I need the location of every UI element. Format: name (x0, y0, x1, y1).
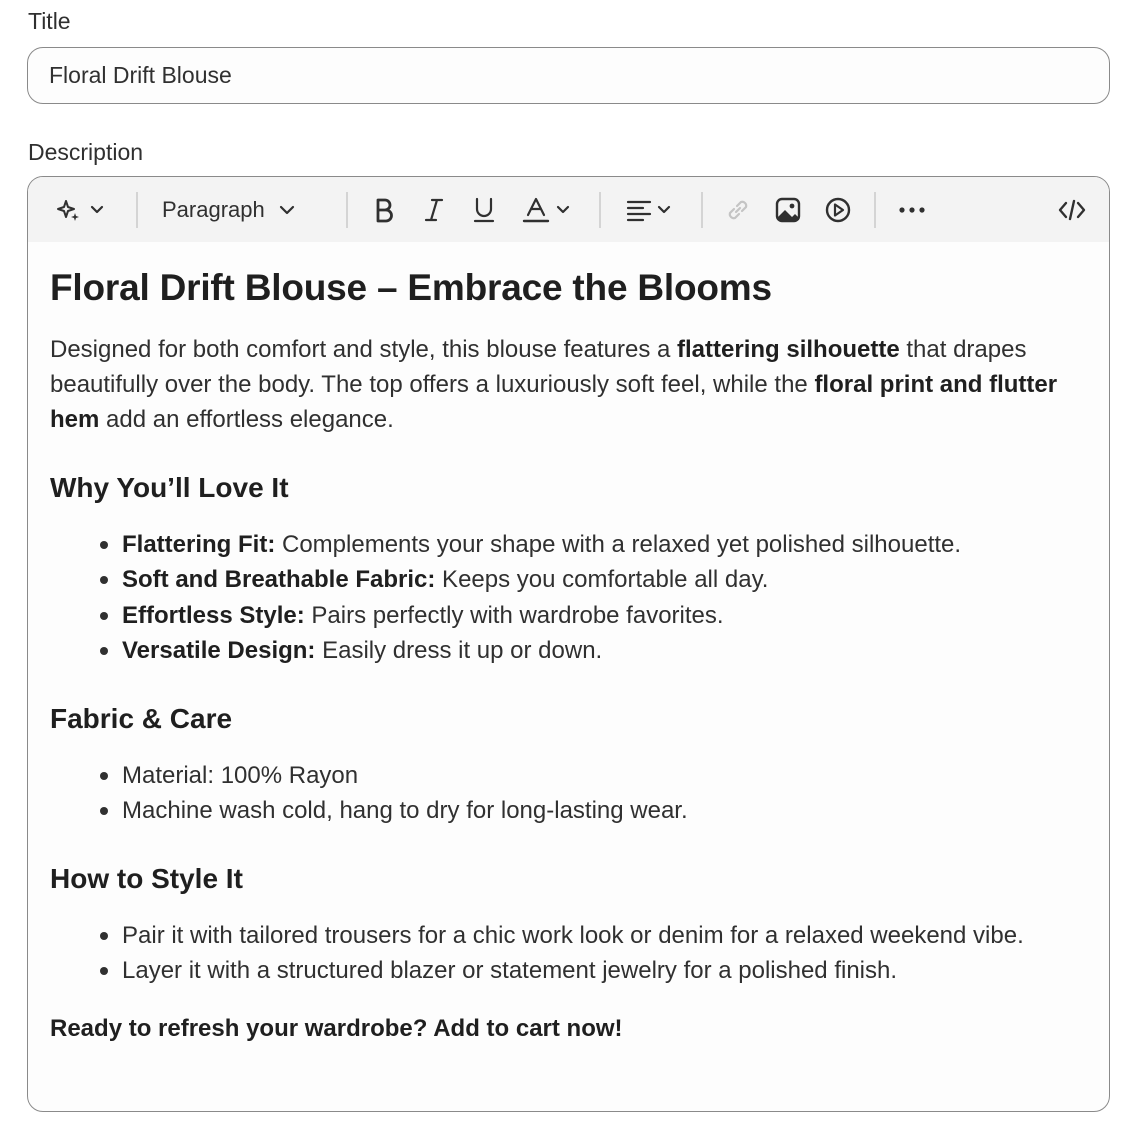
sparkle-icon (56, 197, 82, 223)
underline-icon (472, 196, 496, 224)
more-icon (898, 206, 926, 214)
content-heading: Floral Drift Blouse – Embrace the Blooms (50, 267, 772, 308)
image-icon (774, 196, 802, 224)
more-options-button[interactable] (892, 189, 932, 231)
list-item: Versatile Design: Easily dress it up or … (100, 633, 1090, 668)
fabric-care-list: Material: 100% Rayon Machine wash cold, … (50, 758, 1090, 829)
editor-content[interactable]: Floral Drift Blouse – Embrace the Blooms… (50, 242, 1090, 1046)
list-item: Pair it with tailored trousers for a chi… (100, 918, 1090, 953)
ai-generate-button[interactable] (48, 189, 112, 231)
chevron-down-icon (556, 205, 570, 215)
video-icon (824, 196, 852, 224)
styling-list: Pair it with tailored trousers for a chi… (50, 918, 1090, 989)
description-label: Description (28, 139, 144, 165)
bold-button[interactable] (364, 189, 404, 231)
link-icon (724, 196, 752, 224)
toolbar-divider (701, 192, 703, 228)
italic-button[interactable] (414, 189, 454, 231)
chevron-down-icon (90, 205, 104, 215)
format-select-label: Paragraph (162, 197, 265, 222)
section-heading-fabric: Fabric & Care (50, 703, 233, 735)
underline-button[interactable] (464, 189, 504, 231)
list-item: Flattering Fit: Complements your shape w… (100, 527, 1090, 562)
toolbar-divider (346, 192, 348, 228)
toolbar-divider (874, 192, 876, 228)
alignment-button[interactable] (618, 189, 678, 231)
section-heading-style: How to Style It (50, 863, 243, 895)
benefits-list: Flattering Fit: Complements your shape w… (50, 527, 1090, 668)
insert-video-button[interactable] (818, 189, 858, 231)
list-item: Soft and Breathable Fabric: Keeps you co… (100, 562, 1090, 597)
insert-link-button[interactable] (718, 189, 758, 231)
list-item: Layer it with a structured blazer or sta… (100, 953, 1090, 988)
list-item: Material: 100% Rayon (100, 758, 1090, 793)
title-input[interactable] (27, 47, 1110, 104)
list-item: Machine wash cold, hang to dry for long-… (100, 793, 1090, 828)
italic-icon (423, 197, 445, 223)
text-color-icon (522, 196, 550, 224)
insert-image-button[interactable] (768, 189, 808, 231)
call-to-action: Ready to refresh your wardrobe? Add to c… (50, 1014, 623, 1042)
html-source-button[interactable] (1050, 189, 1094, 231)
toolbar-divider (136, 192, 138, 228)
intro-paragraph: Designed for both comfort and style, thi… (50, 336, 1058, 434)
text-color-button[interactable] (516, 189, 576, 231)
paragraph-format-select[interactable]: Paragraph (162, 189, 324, 231)
section-heading-why: Why You’ll Love It (50, 472, 289, 504)
editor-toolbar: Paragraph (28, 177, 1109, 242)
title-label: Title (28, 8, 71, 34)
description-editor: Paragraph Floral Drift Blouse – Embrace … (27, 176, 1110, 1112)
bold-icon (373, 197, 395, 223)
chevron-down-icon (657, 205, 671, 215)
toolbar-divider (599, 192, 601, 228)
code-icon (1057, 197, 1087, 223)
align-left-icon (625, 198, 653, 222)
list-item: Effortless Style: Pairs perfectly with w… (100, 598, 1090, 633)
chevron-down-icon (279, 205, 295, 215)
